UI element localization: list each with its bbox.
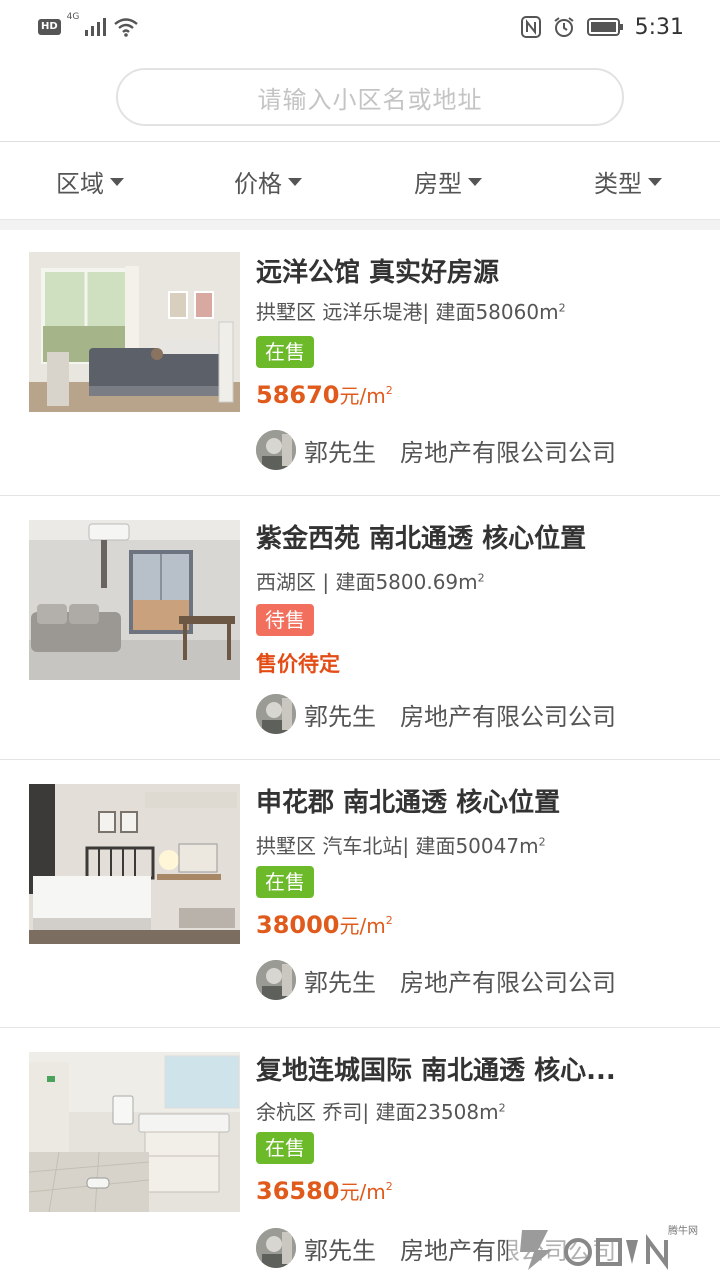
agent-company: 房地产有限公司公司 bbox=[400, 968, 616, 997]
battery-icon bbox=[586, 18, 623, 36]
listing-item[interactable]: 紫金西苑 南北通透 核心位置 西湖区 | 建面5800.69m2 待售 售价待定… bbox=[0, 496, 720, 760]
nfc-icon bbox=[520, 16, 541, 38]
avatar bbox=[256, 960, 296, 1000]
agent-name: 郭先生 bbox=[304, 438, 376, 467]
agent-info[interactable]: 郭先生 房地产有限公司公司 bbox=[256, 430, 616, 470]
status-badge: 在售 bbox=[256, 336, 314, 368]
listing-location: 西湖区 | 建面5800.69m2 bbox=[256, 570, 485, 594]
listing-photo bbox=[29, 520, 240, 680]
listing-title: 申花郡 南北通透 核心位置 bbox=[256, 788, 561, 818]
avatar bbox=[256, 694, 296, 734]
agent-company: 房地产有限公司公司 bbox=[400, 702, 616, 731]
filter-room-type[interactable]: 房型 bbox=[414, 142, 482, 220]
avatar bbox=[256, 1228, 296, 1268]
alarm-icon bbox=[553, 17, 574, 37]
status-badge: 在售 bbox=[256, 866, 314, 898]
status-bar: HD 4G 5:31 bbox=[0, 0, 720, 54]
status-badge: 待售 bbox=[256, 604, 314, 636]
divider bbox=[0, 220, 720, 230]
search-bar: 请输入小区名或地址 bbox=[0, 54, 720, 142]
status-badge: 在售 bbox=[256, 1132, 314, 1164]
filter-region-label: 区域 bbox=[56, 169, 104, 198]
status-left: HD 4G bbox=[38, 12, 139, 40]
listing-photo bbox=[29, 784, 240, 944]
avatar bbox=[256, 430, 296, 470]
listing-price: 58670元/m2 bbox=[256, 381, 393, 409]
agent-name: 郭先生 bbox=[304, 968, 376, 997]
filter-property-type-label: 类型 bbox=[594, 169, 642, 198]
watermark-logo: 腾牛网 bbox=[508, 1220, 714, 1274]
svg-text:腾牛网: 腾牛网 bbox=[668, 1224, 698, 1237]
listing-item[interactable]: 远洋公馆 真实好房源 拱墅区 远洋乐堤港| 建面58060m2 在售 58670… bbox=[0, 230, 720, 496]
filter-bar: 区域 价格 房型 类型 bbox=[0, 142, 720, 220]
agent-info[interactable]: 郭先生 房地产有限公司公司 bbox=[256, 694, 616, 734]
listing-photo bbox=[29, 1052, 240, 1212]
filter-room-type-label: 房型 bbox=[414, 169, 462, 198]
caret-down-icon bbox=[648, 178, 662, 186]
agent-company: 房地产有限公司公司 bbox=[400, 438, 616, 467]
search-input[interactable]: 请输入小区名或地址 bbox=[116, 68, 624, 126]
wifi-icon bbox=[114, 18, 139, 37]
agent-name: 郭先生 bbox=[304, 702, 376, 731]
network-type: 4G bbox=[66, 12, 80, 22]
listing-location: 余杭区 乔司| 建面23508m2 bbox=[256, 1100, 506, 1124]
listing-price: 38000元/m2 bbox=[256, 911, 393, 939]
listing-title: 紫金西苑 南北通透 核心位置 bbox=[256, 524, 587, 554]
status-right: 5:31 bbox=[520, 12, 684, 42]
agent-name: 郭先生 bbox=[304, 1236, 376, 1265]
clock: 5:31 bbox=[634, 14, 684, 40]
signal-icon bbox=[85, 18, 107, 36]
caret-down-icon bbox=[468, 178, 482, 186]
agent-info[interactable]: 郭先生 房地产有限公司公司 bbox=[256, 960, 616, 1000]
filter-price[interactable]: 价格 bbox=[234, 142, 302, 220]
caret-down-icon bbox=[288, 178, 302, 186]
listing-title: 复地连城国际 南北通透 核心... bbox=[256, 1056, 616, 1086]
filter-property-type[interactable]: 类型 bbox=[594, 142, 662, 220]
listing-location: 拱墅区 汽车北站| 建面50047m2 bbox=[256, 834, 546, 858]
hd-badge: HD bbox=[38, 19, 61, 35]
filter-region[interactable]: 区域 bbox=[56, 142, 124, 220]
caret-down-icon bbox=[110, 178, 124, 186]
listing-photo bbox=[29, 252, 240, 412]
search-placeholder: 请输入小区名或地址 bbox=[257, 85, 483, 114]
listing-price: 售价待定 bbox=[256, 652, 340, 676]
filter-price-label: 价格 bbox=[234, 169, 282, 198]
listing-location: 拱墅区 远洋乐堤港| 建面58060m2 bbox=[256, 300, 566, 324]
listing-item[interactable]: 申花郡 南北通透 核心位置 拱墅区 汽车北站| 建面50047m2 在售 380… bbox=[0, 760, 720, 1028]
listing-price: 36580元/m2 bbox=[256, 1177, 393, 1205]
listing-title: 远洋公馆 真实好房源 bbox=[256, 258, 500, 288]
